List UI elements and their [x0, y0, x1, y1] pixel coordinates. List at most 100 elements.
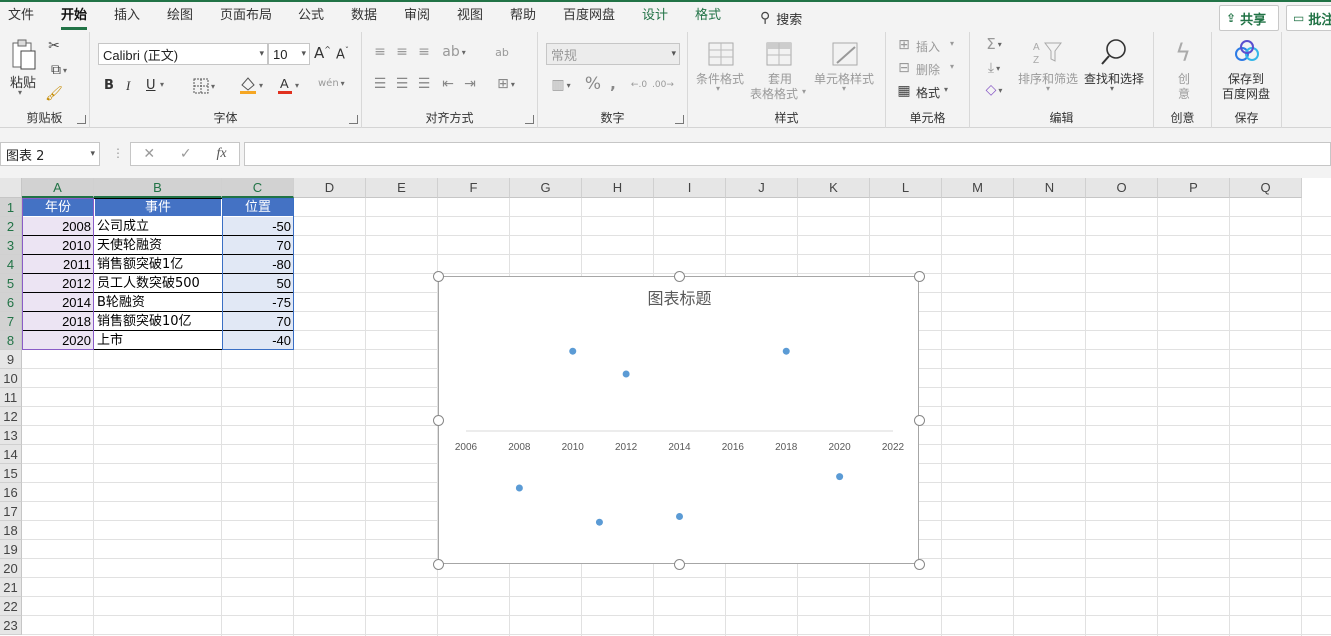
- decrease-font-icon[interactable]: Aˇ: [336, 46, 349, 62]
- bold-button[interactable]: B: [104, 78, 114, 93]
- menu-tab-9[interactable]: 帮助: [510, 7, 536, 29]
- format-dropdown-icon[interactable]: ▾: [944, 85, 948, 94]
- wrap-text-icon[interactable]: ab: [494, 44, 510, 60]
- column-header[interactable]: P: [1158, 178, 1230, 198]
- row-header[interactable]: 23: [0, 616, 22, 635]
- fill-icon[interactable]: ⤓ ▾: [980, 60, 1008, 76]
- baidu-cloud-icon[interactable]: [1232, 38, 1262, 66]
- font-launcher-icon[interactable]: [349, 115, 358, 124]
- fill-color-icon[interactable]: ▾: [234, 74, 268, 96]
- column-header[interactable]: J: [726, 178, 798, 198]
- underline-dropdown-icon[interactable]: ▾: [160, 80, 164, 89]
- column-header[interactable]: H: [582, 178, 654, 198]
- menu-tab-3[interactable]: 绘图: [167, 7, 193, 29]
- paste-button[interactable]: 粘贴: [10, 72, 36, 91]
- x-tick-label[interactable]: 2012: [615, 442, 638, 453]
- copy-icon[interactable]: ⧉ ▾: [46, 62, 72, 78]
- data-point[interactable]: [569, 347, 577, 355]
- x-tick-label[interactable]: 2020: [829, 442, 852, 453]
- increase-indent-icon[interactable]: ⇥: [462, 76, 478, 92]
- table-cell[interactable]: 公司成立: [94, 217, 222, 236]
- align-middle-icon[interactable]: ≡: [394, 44, 410, 60]
- data-point[interactable]: [595, 518, 603, 526]
- row-header[interactable]: 1: [0, 198, 22, 217]
- number-format-combo[interactable]: 常规 ▾: [546, 43, 680, 65]
- column-header[interactable]: F: [438, 178, 510, 198]
- menu-tab-0[interactable]: 文件: [8, 7, 34, 29]
- find-select-dropdown-icon[interactable]: ▾: [1110, 84, 1114, 93]
- format-painter-icon[interactable]: 🖌: [45, 86, 63, 102]
- menu-tab-6[interactable]: 数据: [351, 7, 377, 29]
- accounting-format-icon[interactable]: ▥ ▾: [546, 76, 576, 94]
- table-cell[interactable]: 2012: [22, 274, 94, 293]
- cancel-icon[interactable]: ✕: [143, 146, 155, 162]
- insert-function-icon[interactable]: fx: [216, 146, 226, 162]
- row-header[interactable]: 17: [0, 502, 22, 521]
- chevron-down-icon[interactable]: ▾: [90, 149, 95, 159]
- format-as-table-dropdown-icon[interactable]: ▾: [802, 87, 806, 96]
- x-tick-label[interactable]: 2022: [882, 442, 905, 453]
- conditional-format-dropdown-icon[interactable]: ▾: [716, 84, 720, 93]
- spreadsheet-grid[interactable]: ABCDEFGHIJKLMNOPQ 1 2 3 4 5 6 7 8 9 10 11 12 13 14 15 1…: [0, 178, 1331, 636]
- clear-icon[interactable]: ◇ ▾: [980, 82, 1008, 98]
- menu-tab-8[interactable]: 视图: [457, 7, 483, 29]
- delete-dropdown-icon[interactable]: ▾: [950, 62, 954, 71]
- delete-cells-button[interactable]: 删除: [916, 61, 940, 78]
- data-point[interactable]: [622, 370, 630, 378]
- scatter-chart[interactable]: 图表标题 2006 2008 2010 2012 2014 2016 2018 2020 2022: [439, 277, 920, 565]
- column-header[interactable]: O: [1086, 178, 1158, 198]
- column-header[interactable]: E: [366, 178, 438, 198]
- column-header[interactable]: M: [942, 178, 1014, 198]
- row-header[interactable]: 5: [0, 274, 22, 293]
- table-cell[interactable]: 70: [222, 312, 294, 331]
- resize-handle[interactable]: [433, 271, 444, 282]
- table-cell[interactable]: 2011: [22, 255, 94, 274]
- italic-button[interactable]: I: [126, 78, 130, 94]
- x-tick-label[interactable]: 2006: [455, 442, 478, 453]
- column-header[interactable]: B: [94, 178, 222, 198]
- table-cell[interactable]: 天使轮融资: [94, 236, 222, 255]
- table-cell[interactable]: 销售额突破1亿: [94, 255, 222, 274]
- align-top-icon[interactable]: ≡: [372, 44, 388, 60]
- table-cell[interactable]: 2014: [22, 293, 94, 312]
- row-header[interactable]: 2: [0, 217, 22, 236]
- data-point[interactable]: [836, 473, 844, 481]
- enter-icon[interactable]: ✓: [180, 146, 192, 162]
- delete-cells-icon[interactable]: ⊟: [896, 60, 912, 76]
- chart-title[interactable]: 图表标题: [647, 289, 711, 308]
- orientation-icon[interactable]: ab ▾: [442, 44, 466, 60]
- resize-handle[interactable]: [673, 559, 685, 570]
- resize-handle[interactable]: [673, 271, 685, 282]
- column-header[interactable]: A: [22, 178, 94, 198]
- column-header[interactable]: I: [654, 178, 726, 198]
- table-header-cell[interactable]: 位置: [222, 198, 294, 217]
- font-size-combo[interactable]: 10 ▾: [268, 43, 310, 65]
- row-header[interactable]: 20: [0, 559, 22, 578]
- table-cell[interactable]: -80: [222, 255, 294, 274]
- format-cells-icon[interactable]: ▦: [896, 83, 912, 99]
- data-point[interactable]: [515, 484, 523, 492]
- table-cell[interactable]: B轮融资: [94, 293, 222, 312]
- format-as-table-line2[interactable]: 表格格式: [750, 85, 798, 102]
- name-box[interactable]: 图表 2 ▾: [0, 142, 100, 166]
- row-header[interactable]: 6: [0, 293, 22, 312]
- row-header[interactable]: 9: [0, 350, 22, 369]
- table-cell[interactable]: 50: [222, 274, 294, 293]
- row-header[interactable]: 12: [0, 407, 22, 426]
- creative-button-line2[interactable]: 意: [1178, 85, 1190, 102]
- cell-styles-icon[interactable]: [830, 40, 860, 68]
- align-right-icon[interactable]: ☰: [416, 76, 432, 92]
- clipboard-launcher-icon[interactable]: [77, 115, 86, 124]
- share-button[interactable]: ⇪ 共享: [1219, 5, 1279, 31]
- row-header[interactable]: 22: [0, 597, 22, 616]
- row-header[interactable]: 18: [0, 521, 22, 540]
- column-header[interactable]: N: [1014, 178, 1086, 198]
- decrease-decimal-icon[interactable]: .00→: [652, 76, 674, 94]
- row-header[interactable]: 15: [0, 464, 22, 483]
- alignment-launcher-icon[interactable]: [525, 115, 534, 124]
- sort-filter-dropdown-icon[interactable]: ▾: [1046, 84, 1050, 93]
- sort-filter-icon[interactable]: AZ: [1030, 38, 1064, 66]
- row-header[interactable]: 13: [0, 426, 22, 445]
- table-cell[interactable]: 上市: [94, 331, 222, 350]
- data-point[interactable]: [782, 347, 790, 355]
